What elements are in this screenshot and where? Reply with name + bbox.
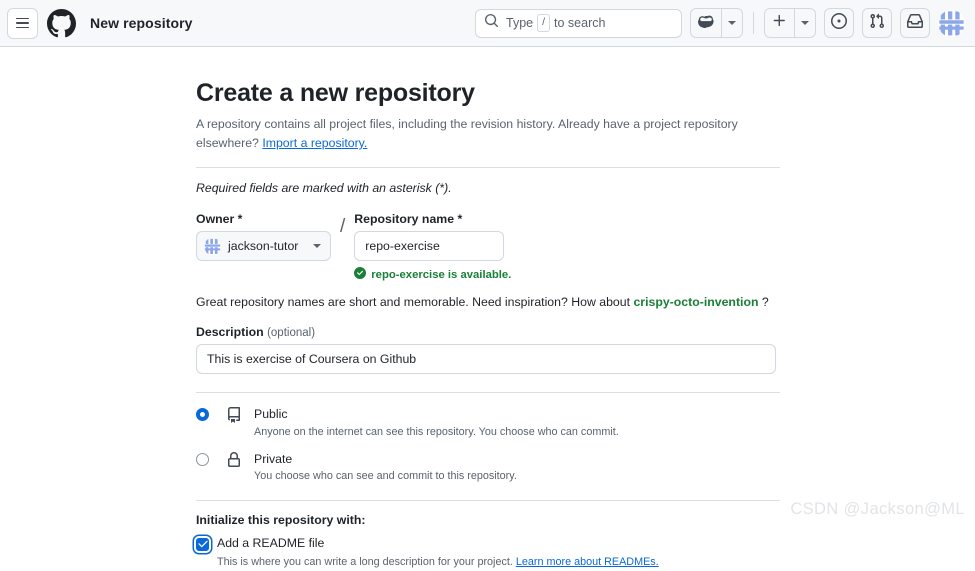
divider-top <box>196 167 780 169</box>
public-radio[interactable] <box>196 408 209 422</box>
search-slash-key: / <box>537 14 551 32</box>
search-placeholder: Type / to search <box>506 14 606 32</box>
global-header: New repository Type / to search <box>0 0 975 47</box>
visibility-option-private[interactable]: Private You choose who can see and commi… <box>196 451 780 485</box>
github-logo-icon[interactable] <box>47 8 76 38</box>
header-left-group: New repository <box>7 7 193 39</box>
initialize-title: Initialize this repository with: <box>196 512 366 527</box>
form-description: A repository contains all project files,… <box>196 115 741 153</box>
chevron-down-icon <box>801 21 809 25</box>
git-pull-request-icon <box>869 13 885 34</box>
public-title: Public <box>254 407 288 422</box>
public-text: Public Anyone on the internet can see th… <box>254 406 619 440</box>
suggestion-suffix: ? <box>758 295 769 310</box>
copilot-dropdown-button[interactable] <box>721 9 742 37</box>
description-input[interactable] <box>196 344 776 375</box>
readme-checkbox-row[interactable]: Add a README file <box>196 536 780 552</box>
hamburger-menu-button[interactable] <box>7 7 38 39</box>
user-avatar[interactable] <box>938 9 965 37</box>
repository-name-field: Repository name * repo-exercise is avail… <box>354 212 511 282</box>
readme-sub-plain: This is where you can write a long descr… <box>217 556 516 569</box>
name-suggestion: Great repository names are short and mem… <box>196 295 780 309</box>
owner-avatar <box>204 237 221 255</box>
divider-visibility <box>196 392 780 394</box>
search-icon <box>484 13 499 33</box>
private-title: Private <box>254 451 293 466</box>
readme-checkbox[interactable] <box>196 537 209 551</box>
pull-requests-button[interactable] <box>862 8 892 38</box>
create-new-dropdown-button[interactable] <box>794 9 815 37</box>
visibility-option-public[interactable]: Public Anyone on the internet can see th… <box>196 406 780 440</box>
owner-select[interactable]: jackson-tutor <box>196 231 331 262</box>
check-icon <box>197 540 208 548</box>
new-repo-form: Create a new repository A repository con… <box>196 79 780 571</box>
copilot-icon <box>697 13 714 34</box>
chevron-down-icon <box>313 244 321 249</box>
private-radio[interactable] <box>196 452 209 466</box>
repository-name-label: Repository name * <box>354 212 463 227</box>
watermark: CSDN @Jackson@ML <box>790 500 965 518</box>
create-new-button-group[interactable] <box>764 8 816 38</box>
repository-name-input[interactable] <box>354 231 505 262</box>
header-right-group: Type / to search <box>475 8 965 38</box>
issues-button[interactable] <box>824 8 854 38</box>
private-text: Private You choose who can see and commi… <box>254 451 517 485</box>
create-new-button[interactable] <box>765 9 794 37</box>
search-input[interactable]: Type / to search <box>475 8 682 38</box>
form-heading: Create a new repository <box>196 79 475 107</box>
owner-name: jackson-tutor <box>228 239 299 254</box>
copilot-button[interactable] <box>691 9 721 37</box>
page-title: New repository <box>90 15 193 31</box>
public-subtitle: Anyone on the internet can see this repo… <box>254 425 619 438</box>
issue-opened-icon <box>831 12 847 34</box>
lock-icon <box>226 451 254 473</box>
description-field: Description (optional) <box>196 325 780 375</box>
description-label: Description (optional) <box>196 325 316 340</box>
notifications-inbox-button[interactable] <box>900 8 930 38</box>
availability-message: repo-exercise is available. <box>354 267 511 282</box>
hamburger-icon <box>16 17 29 29</box>
suggestion-prefix: Great repository names are short and mem… <box>196 295 634 310</box>
learn-more-readmes-link[interactable]: Learn more about READMEs. <box>516 556 659 568</box>
header-divider <box>753 12 754 34</box>
owner-field: Owner * jackson-tutor <box>196 212 331 262</box>
repo-icon <box>226 406 254 428</box>
description-optional-tag: (optional) <box>267 327 316 340</box>
readme-sub-text: This is where you can write a long descr… <box>217 555 780 570</box>
divider-initialize <box>196 499 780 501</box>
check-circle-fill-icon <box>354 267 367 282</box>
owner-label: Owner * <box>196 212 243 227</box>
private-radio-wrap[interactable] <box>196 451 226 466</box>
import-repository-link[interactable]: Import a repository. <box>262 136 367 150</box>
suggested-name-link[interactable]: crispy-octo-invention <box>633 295 758 309</box>
public-radio-wrap[interactable] <box>196 406 226 422</box>
required-fields-note: Required fields are marked with an aster… <box>196 181 452 196</box>
chevron-down-icon <box>728 21 736 25</box>
owner-and-name-row: Owner * jackson-tutor / Repository name … <box>196 212 780 282</box>
copilot-button-group[interactable] <box>690 8 743 38</box>
readme-label: Add a README file <box>217 535 325 550</box>
availability-text: repo-exercise is available. <box>371 268 512 281</box>
plus-icon <box>772 13 787 33</box>
private-subtitle: You choose who can see and commit to thi… <box>254 470 517 483</box>
owner-name-separator: / <box>340 216 346 238</box>
main-content: Create a new repository A repository con… <box>0 47 975 571</box>
inbox-icon <box>907 13 923 34</box>
